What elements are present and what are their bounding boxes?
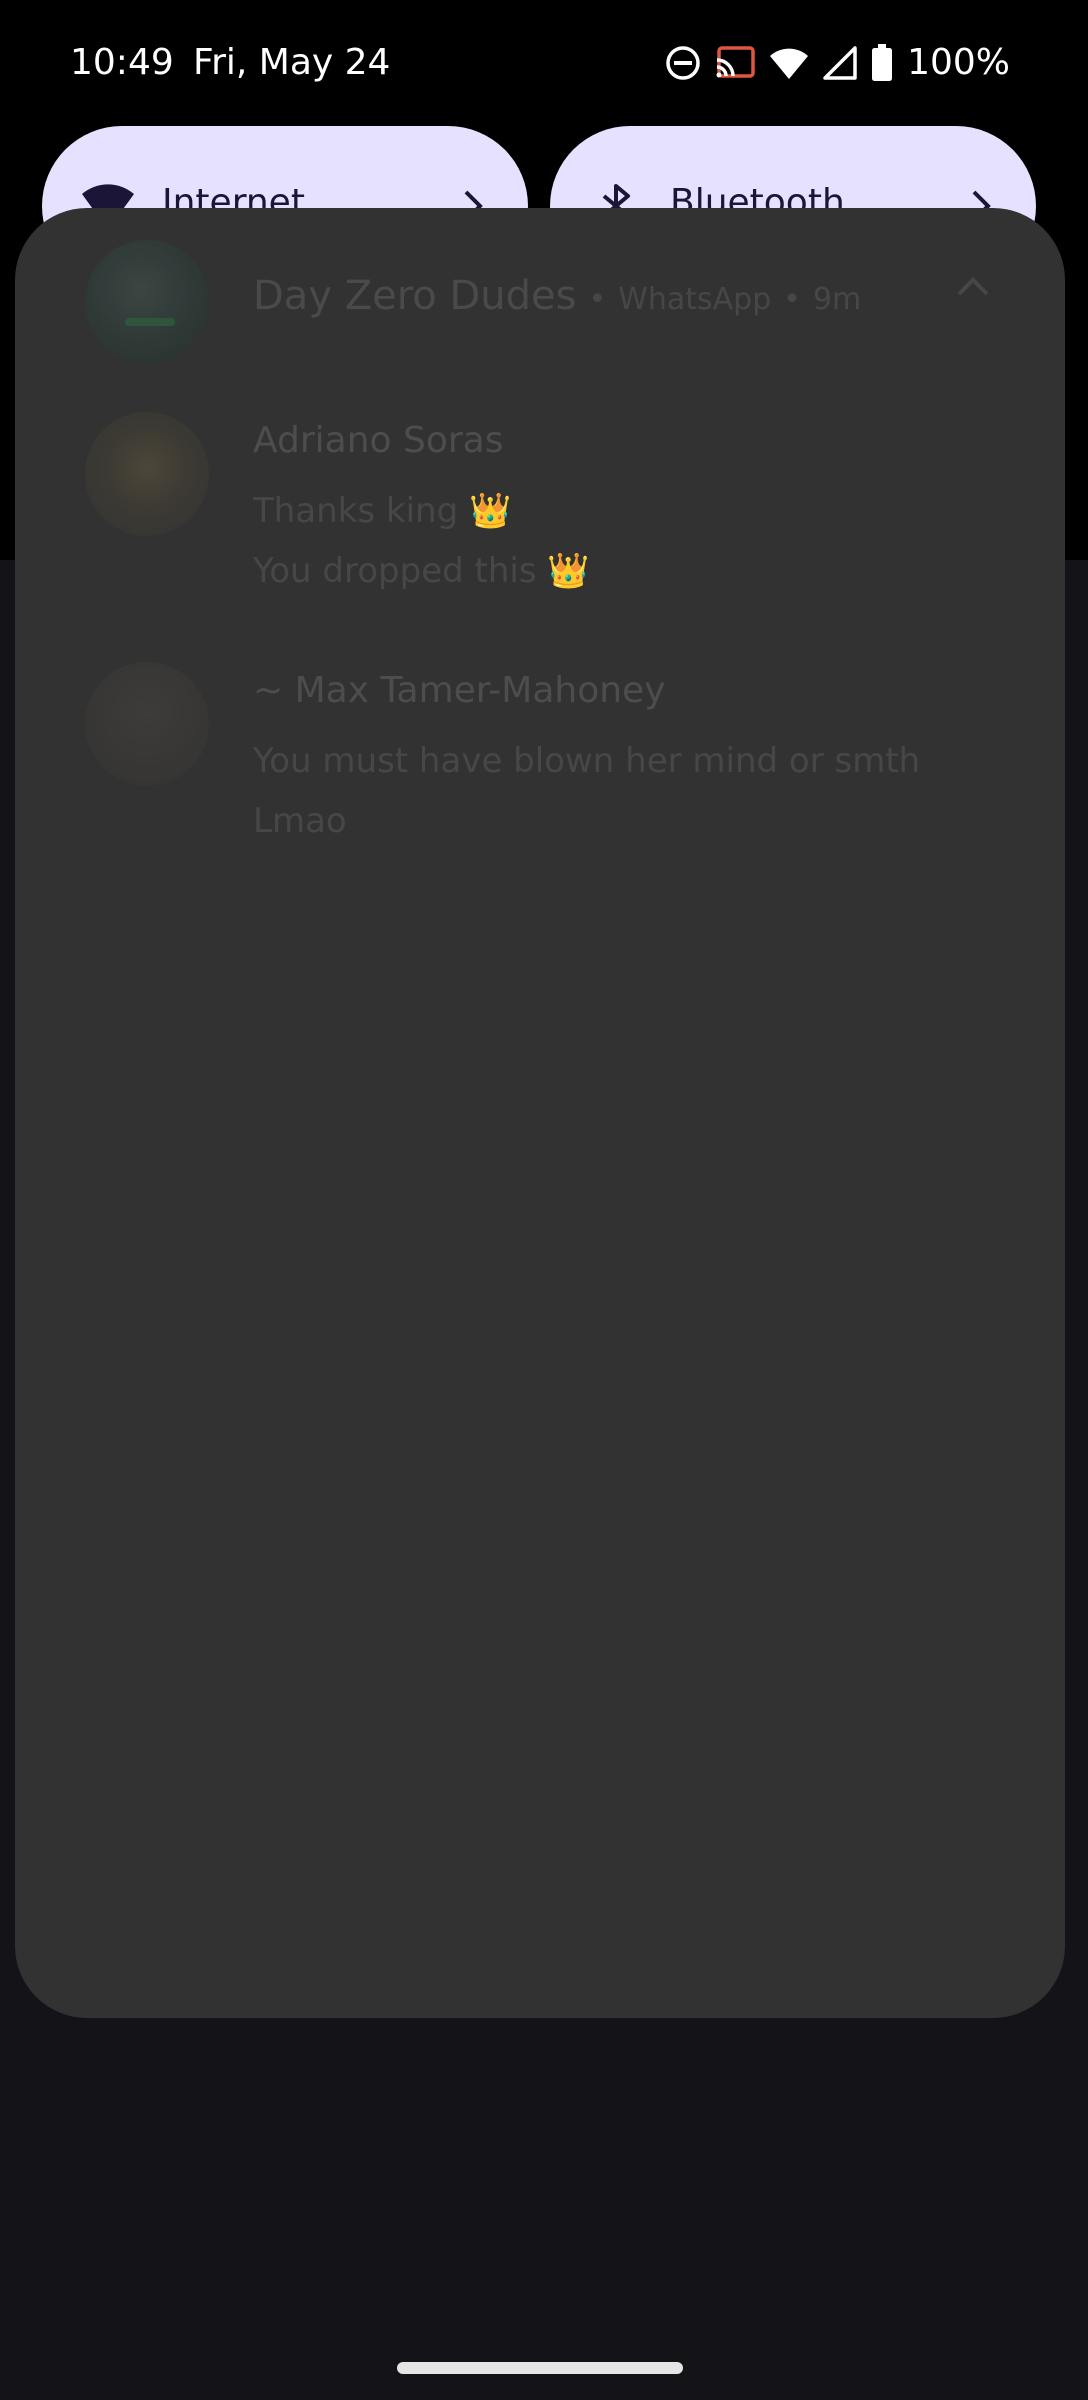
chevron-up-icon[interactable] (953, 270, 993, 300)
battery-percentage: 100% (907, 42, 1010, 83)
message-item[interactable]: ~ Max Tamer-Mahoney You must have blown … (15, 658, 1065, 898)
battery-icon (871, 44, 893, 82)
avatar (85, 662, 209, 786)
cell-signal-icon (823, 46, 857, 80)
message-text: You must have blown her mind or smth (253, 741, 921, 781)
app-name: WhatsApp (618, 282, 772, 317)
notification-shade[interactable]: Day Zero Dudes • WhatsApp • 9m Adriano S… (15, 208, 1065, 2018)
status-bar: 10:49 Fri, May 24 100% (0, 0, 1088, 120)
separator-dot: • (783, 282, 801, 317)
notification-header[interactable]: Day Zero Dudes • WhatsApp • 9m (15, 208, 1065, 388)
group-name: Day Zero Dudes (253, 273, 577, 319)
separator-dot: • (588, 282, 607, 317)
message-text: You dropped this 👑 (253, 551, 590, 591)
cast-icon (715, 46, 755, 80)
message-sender: Adriano Soras (253, 420, 504, 461)
wifi-icon (769, 46, 809, 80)
message-sender: ~ Max Tamer-Mahoney (253, 670, 666, 711)
time-ago: 9m (812, 282, 862, 317)
avatar-detail (125, 318, 175, 326)
notification-title-row: Day Zero Dudes • WhatsApp • 9m (253, 268, 861, 328)
message-text: Lmao (253, 801, 347, 841)
screen: 10:49 Fri, May 24 100% Internet Bluetoot… (0, 0, 1088, 2400)
avatar (85, 412, 209, 536)
status-time: 10:49 (70, 42, 174, 83)
do-not-disturb-icon (665, 45, 701, 81)
group-avatar (85, 240, 209, 364)
message-text: Thanks king 👑 (253, 491, 512, 531)
home-indicator[interactable] (397, 2362, 683, 2374)
message-item[interactable]: Adriano Soras Thanks king 👑 You dropped … (15, 408, 1065, 648)
status-date: Fri, May 24 (193, 42, 391, 83)
status-icons: 100% (665, 40, 1010, 86)
